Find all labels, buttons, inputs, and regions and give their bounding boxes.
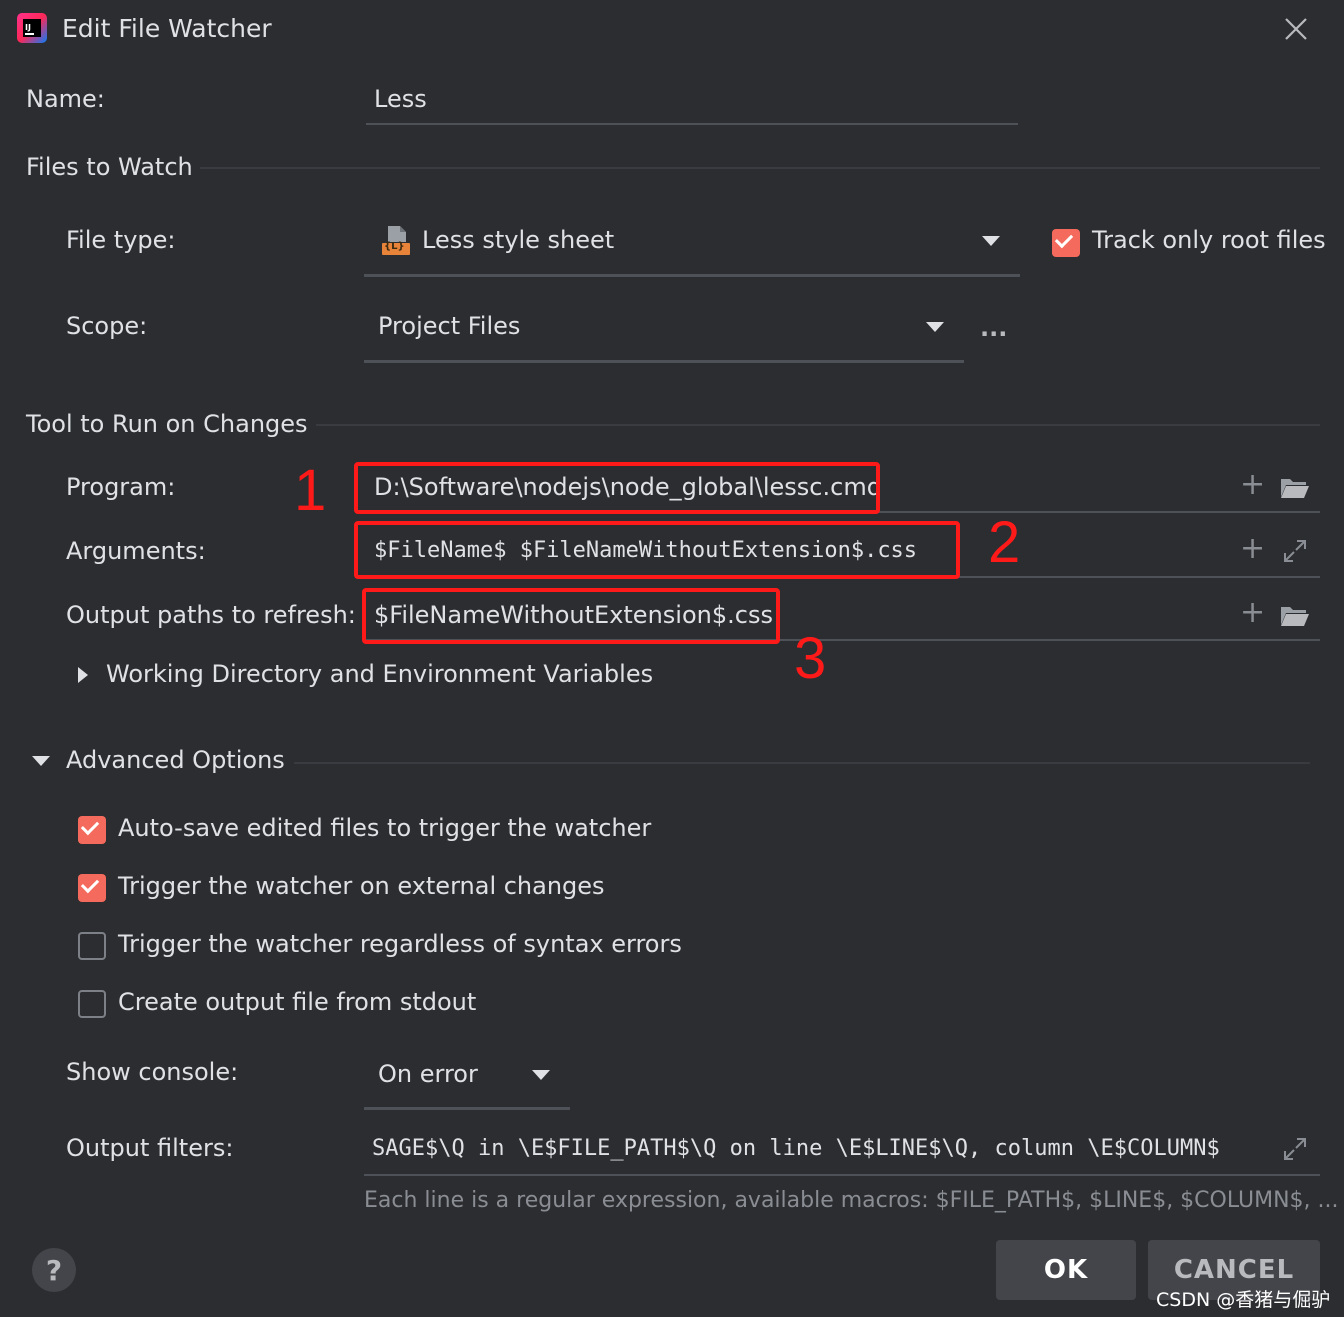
stdout-checkbox[interactable] (78, 990, 106, 1018)
name-input-underline (366, 123, 1018, 125)
annotation-box-arguments (354, 521, 960, 579)
auto-save-label[interactable]: Auto-save edited files to trigger the wa… (118, 814, 651, 842)
insert-macro-program-icon[interactable]: + (1240, 470, 1265, 500)
name-input[interactable]: Less (374, 85, 427, 113)
annotation-number-1: 1 (294, 458, 327, 523)
files-to-watch-separator (200, 167, 1320, 169)
track-root-label[interactable]: Track only root files (1092, 226, 1326, 254)
output-filters-hint: Each line is a regular expression, avail… (364, 1188, 1339, 1213)
window-title: Edit File Watcher (62, 14, 272, 43)
tool-section-title: Tool to Run on Changes (26, 410, 308, 438)
chevron-right-icon[interactable] (78, 667, 88, 683)
tool-section-separator (316, 424, 1320, 426)
scope-label: Scope: (66, 312, 148, 340)
program-label: Program: (66, 473, 176, 501)
show-console-value: On error (378, 1060, 478, 1088)
scope-more-button[interactable]: ... (980, 314, 1007, 342)
external-changes-label[interactable]: Trigger the watcher on external changes (118, 872, 605, 900)
annotation-number-3: 3 (794, 626, 827, 691)
external-changes-checkbox[interactable] (78, 874, 106, 902)
annotation-box-output (362, 588, 780, 644)
app-logo-icon: IJ (16, 12, 48, 44)
output-filters-label: Output filters: (66, 1134, 234, 1162)
scope-dropdown[interactable]: Project Files (364, 302, 964, 362)
ok-button-label: OK (1043, 1255, 1089, 1285)
chevron-down-icon[interactable] (32, 756, 50, 766)
stdout-label[interactable]: Create output file from stdout (118, 988, 476, 1016)
help-icon: ? (45, 1253, 63, 1287)
annotation-box-program (354, 462, 880, 514)
scope-underline (364, 360, 964, 363)
arguments-label: Arguments: (66, 537, 206, 565)
syntax-errors-label[interactable]: Trigger the watcher regardless of syntax… (118, 930, 682, 958)
show-console-underline (364, 1107, 570, 1110)
less-file-icon-text: {L} (384, 241, 405, 252)
show-console-label: Show console: (66, 1058, 239, 1086)
name-label: Name: (26, 85, 105, 113)
auto-save-checkbox[interactable] (78, 816, 106, 844)
insert-macro-output-icon[interactable]: + (1240, 598, 1265, 628)
annotation-number-2: 2 (988, 510, 1021, 575)
track-root-checkbox[interactable] (1052, 229, 1080, 257)
chevron-down-icon (532, 1070, 550, 1080)
chevron-down-icon (982, 236, 1000, 246)
watermark: CSDN @香猪与倔驴 (1156, 1289, 1331, 1311)
file-type-label: File type: (66, 226, 176, 254)
scope-value: Project Files (378, 312, 521, 340)
file-type-underline (364, 274, 1020, 277)
advanced-options-separator (294, 762, 1310, 764)
output-filters-input[interactable]: SAGE$\Q in \E$FILE_PATH$\Q on line \E$LI… (372, 1136, 1272, 1161)
folder-open-icon[interactable] (1280, 604, 1310, 628)
file-type-value: Less style sheet (422, 226, 615, 254)
insert-macro-arguments-icon[interactable]: + (1240, 534, 1265, 564)
expand-icon[interactable] (1282, 538, 1308, 564)
files-to-watch-title: Files to Watch (26, 153, 193, 181)
folder-open-icon[interactable] (1280, 476, 1310, 500)
working-dir-toggle[interactable]: Working Directory and Environment Variab… (106, 660, 653, 688)
syntax-errors-checkbox[interactable] (78, 932, 106, 960)
file-type-dropdown[interactable]: {L} Less style sheet (364, 216, 1020, 276)
output-filters-underline (364, 1174, 1320, 1176)
show-console-dropdown[interactable]: On error (364, 1050, 570, 1108)
less-file-icon: {L} (380, 224, 412, 256)
advanced-options-title[interactable]: Advanced Options (66, 746, 285, 774)
help-button[interactable]: ? (32, 1248, 76, 1292)
ok-button[interactable]: OK (996, 1240, 1136, 1300)
expand-icon[interactable] (1282, 1136, 1308, 1162)
output-paths-label: Output paths to refresh: (66, 601, 356, 629)
cancel-button-label: CANCEL (1173, 1255, 1295, 1285)
title-bar: IJ Edit File Watcher (0, 0, 1344, 58)
chevron-down-icon (926, 322, 944, 332)
svg-text:IJ: IJ (25, 23, 31, 32)
close-icon[interactable] (1283, 16, 1309, 42)
